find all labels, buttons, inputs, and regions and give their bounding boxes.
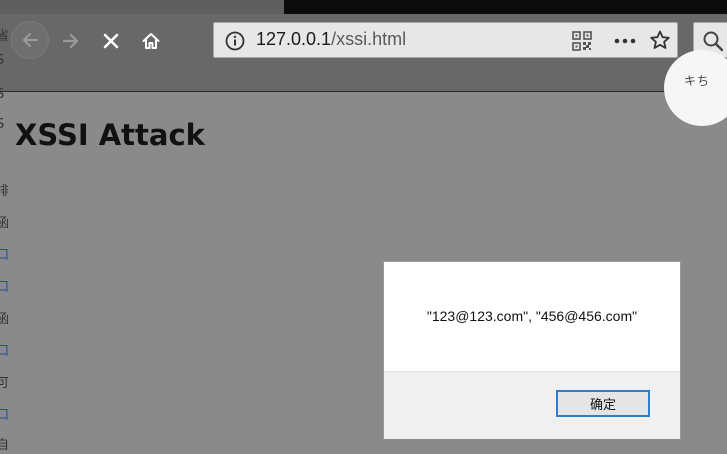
browser-toolbar: 127.0.0.1/xssi.html [0,14,727,92]
fragment-text: S [0,117,5,132]
alert-dialog: "123@123.com", "456@456.com" 确定 [383,261,681,439]
fragment-link: 口 [0,408,8,423]
fragment-text: 可 [0,376,8,391]
stop-loading-button[interactable] [96,26,126,56]
fragment-text: 省 [0,29,8,44]
active-tab[interactable] [0,0,284,14]
url-host: 127.0.0.1 [256,29,332,49]
home-icon [142,33,160,49]
fragment-link: 口 [0,248,8,263]
search-icon [703,31,724,52]
tab-strip [0,0,727,14]
ok-button[interactable]: 确定 [556,390,650,417]
qr-code-icon[interactable] [572,31,592,51]
alert-message: "123@123.com", "456@456.com" [426,308,638,324]
background-window-fragment: 省 S S S J 排 函 口 口 函 口 可 口 自 [0,20,8,454]
fragment-text: S [0,53,5,68]
close-icon [103,33,119,49]
page-title: XSSI Attack [15,118,205,152]
bookmark-star-icon[interactable] [649,29,671,51]
more-actions-icon[interactable] [613,31,637,51]
fragment-text: 排 [0,184,8,199]
fragment-link: 口 [0,344,8,359]
home-button[interactable] [136,26,166,56]
fragment-text: 函 [0,312,8,327]
fragment-text: 函 [0,216,8,231]
address-bar[interactable]: 127.0.0.1/xssi.html [213,22,678,58]
forward-arrow-icon [62,33,79,49]
fragment-text: 自 [0,438,8,453]
url-text[interactable]: 127.0.0.1/xssi.html [256,29,406,50]
site-info-icon[interactable] [224,30,246,52]
forward-button[interactable] [56,26,86,56]
avatar: キち [664,50,727,126]
fragment-text: S [0,87,5,102]
avatar-text: キち [684,74,711,88]
url-path: /xssi.html [331,29,407,49]
back-button[interactable] [11,21,49,59]
dialog-footer: 确定 [384,371,680,439]
back-arrow-icon [22,32,39,48]
fragment-link: 口 [0,280,8,295]
